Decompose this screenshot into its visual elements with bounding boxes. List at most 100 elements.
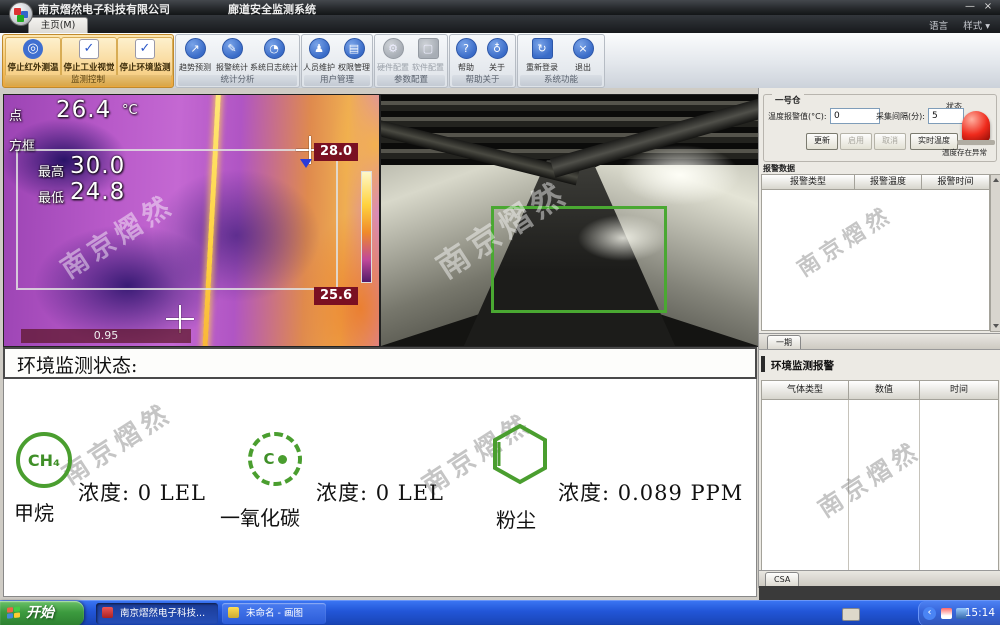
alarm-stats-button[interactable]: ✎ 报警统计 [214,38,250,73]
bottom-tab-bar: CSA [759,570,1000,587]
col-gas-time[interactable]: 时间 [920,380,999,400]
relogin-button[interactable]: ↻ 重新登录 [520,38,564,73]
taskbar-item-app[interactable]: 南京熠然电子科技... [96,603,218,624]
close-button[interactable]: × [980,1,996,13]
group-label: 帮助关于 [452,75,513,86]
watermark: 南京熠然 [790,197,898,283]
tab-csa[interactable]: CSA [765,572,799,586]
stop-vision-button[interactable]: ✓ 停止工业视觉 [61,37,117,77]
phase-tab-bar: 一期 [759,333,1000,350]
group-label: 监测控制 [5,75,171,86]
gear-icon: ⚙ [383,38,404,59]
thermal-camera-view: 点 26.4 °C 方框 最高 30.0 最低 24.8 28.0 25.6 0… [3,94,380,347]
marker-triangle-icon [300,159,312,168]
help-button[interactable]: ? 帮助 [451,38,481,73]
ribbon-group-statistics: ↗ 趋势预测 ✎ 报警统计 ◔ 系统日志统计 统计分析 [175,34,300,88]
task-label: 未命名 - 画图 [246,608,303,619]
button-label: 退出 [575,62,591,73]
env-status-panel: 南京熠然 南京熠然 CH₄ 甲烷 浓度: 0 LEL C 一氧化碳 浓度: 0 … [3,379,757,597]
title-bar: 南京熠然电子科技有限公司 廊道安全监测系统 — × [0,0,1000,15]
alarm-table-body: 南京熠然 [761,190,990,331]
max-temperature: 30.0 [70,153,125,179]
group-label: 用户管理 [304,75,370,86]
app-logo-icon[interactable] [9,2,33,26]
exit-button[interactable]: × 退出 [568,38,598,73]
menu-language[interactable]: 语言 [929,21,948,32]
button-label: 停止工业视觉 [63,61,114,73]
stop-env-monitor-button[interactable]: ✓ 停止环境监测 [117,37,173,77]
box-label: 方框 [9,135,35,154]
syslog-stats-button[interactable]: ◔ 系统日志统计 [249,38,299,73]
detection-box [491,206,667,313]
stop-infrared-button[interactable]: ◎ 停止红外测温 [5,37,61,77]
system-tray: ‹ 15:14 [918,601,1000,625]
button-label: 停止环境监测 [119,61,170,73]
scroll-down-icon[interactable] [993,324,999,328]
gas-reading: 浓度: 0 LEL [316,477,444,507]
button-label: 软件配置 [412,62,444,73]
group-label: 系统功能 [520,75,602,86]
button-label: 关于 [489,62,505,73]
tab-home[interactable]: 主页(M) [28,17,88,34]
group-label: 统计分析 [178,75,297,86]
button-label: 报警统计 [216,62,248,73]
language-indicator-icon[interactable] [842,608,860,621]
permission-button[interactable]: ▤ 权限管理 [337,38,371,73]
alarm-data-label: 报警数据 [763,163,795,174]
check-icon: ✓ [79,39,99,59]
temp-alarm-input[interactable]: 0 [830,108,880,124]
taskbar-item-paint[interactable]: 未命名 - 画图 [222,603,326,624]
pie-icon: ◔ [264,38,285,59]
trend-predict-button[interactable]: ↗ 趋势预测 [177,38,213,73]
right-panel: 一号仓 状态 温度报警值(°C): 0 采集间隔(分): 5 更新 启用 取消 … [758,88,1000,588]
co-dot [278,455,287,464]
env-status-header: 环境监测状态: [3,347,757,379]
globe-icon: ♁ [487,38,508,59]
gas-name: 粉尘 [496,504,536,533]
minimize-button[interactable]: — [962,1,978,13]
button-label: 停止红外测温 [7,61,58,73]
paint-task-icon [228,607,239,618]
interval-input[interactable]: 5 [928,108,964,124]
ribbon-group-param-config: ⚙ 硬件配置 ▢ 软件配置 参数配置 [374,34,448,88]
tab-phase-1[interactable]: 一期 [767,335,801,349]
about-button[interactable]: ♁ 关于 [482,38,512,73]
ribbon-group-system: ↻ 重新登录 × 退出 系统功能 [517,34,605,88]
temperature-unit: °C [122,103,138,118]
alarm-lamp-base [957,140,995,145]
col-gas-value[interactable]: 数值 [849,380,920,400]
col-alarm-temp[interactable]: 报警温度 [855,174,922,190]
taskbar: 开始 南京熠然电子科技... 未命名 - 画图 ‹ 15:14 [0,600,1000,625]
col-alarm-time[interactable]: 报警时间 [922,174,990,190]
tray-chevron-icon[interactable]: ‹ [923,607,936,620]
update-button[interactable]: 更新 [806,133,838,150]
watermark: 南京熠然 [810,431,926,524]
cancel-button: 取消 [874,133,906,150]
personnel-button[interactable]: ♟ 人员维护 [302,38,336,73]
scale-min-label: 25.6 [314,287,358,305]
software-config-button: ▢ 软件配置 [411,38,445,73]
button-label: 硬件配置 [377,62,409,73]
lamp-caption: 温度存在异常 [942,147,987,158]
taskbar-clock[interactable]: 15:14 [965,607,995,619]
col-alarm-type[interactable]: 报警类型 [761,174,855,190]
alarm-table-scrollbar[interactable] [990,174,1000,332]
tray-icon[interactable] [941,608,952,619]
button-label: 系统日志统计 [250,62,298,73]
gas-name: 甲烷 [14,497,54,526]
pencil-icon: ✎ [222,38,243,59]
start-button[interactable]: 开始 [0,601,84,625]
gas-reading: 浓度: 0.089 PPM [558,477,743,507]
ribbon-tab-row: 主页(M) 语言 样式 ▾ [0,15,1000,33]
industrial-camera-view: 南京熠然 [380,94,759,347]
col-gas-type[interactable]: 气体类型 [761,380,849,400]
temp-alarm-label: 温度报警值(°C): [768,111,827,122]
emissivity-value: 0.95 [21,329,191,343]
menu-style[interactable]: 样式 ▾ [963,21,990,32]
column-divider [919,400,920,570]
windows-logo-icon [7,606,21,620]
env-status-title: 环境监测状态: [17,351,137,378]
scroll-up-icon[interactable] [993,178,999,182]
question-icon: ? [456,38,477,59]
env-alarm-table-header: 气体类型 数值 时间 [761,380,999,400]
